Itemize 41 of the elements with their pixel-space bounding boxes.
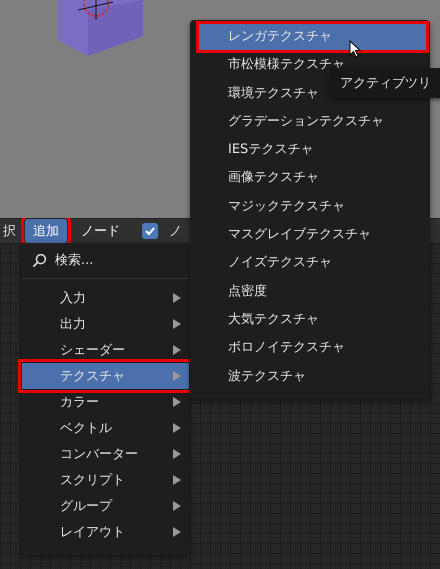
menu-item[interactable]: マスグレイブテクスチャ [190,221,430,250]
submenu-arrow-icon [173,293,181,303]
menu-item[interactable]: ノイズテクスチャ [190,249,430,278]
tooltip: アクティブツリ [330,68,440,98]
menu-item[interactable]: 点密度 [190,278,430,306]
menu-item[interactable]: グループ [22,493,189,519]
menu-item[interactable]: 大気テクスチャ [190,306,430,334]
menu-item[interactable]: レンガテクスチャ [198,23,427,52]
menu-item[interactable]: シェーダー [22,337,189,363]
submenu-arrow-icon [173,319,181,329]
checkbox[interactable] [142,223,158,239]
menu-item[interactable]: グラデーションテクスチャ [190,108,430,136]
submenu-arrow-icon [173,475,181,485]
submenu-arrow-icon [173,423,181,433]
checkmark-icon [144,225,156,237]
menu-item[interactable]: カラー [22,389,189,415]
checkbox-label: ノ [168,223,183,240]
menu-item[interactable]: ベクトル [22,415,189,441]
menu-item[interactable]: ボロノイテクスチャ [190,334,430,363]
menu-item[interactable]: 画像テクスチャ [190,164,430,193]
search-item[interactable]: 検索... [22,247,189,273]
menu-item[interactable]: 出力 [22,311,189,337]
menu-button[interactable]: 追加 [25,219,67,243]
mouse-cursor-icon [349,40,361,58]
submenu-arrow-icon [173,345,181,355]
menu-button[interactable]: ノード [73,219,128,243]
menu-item[interactable]: IESテクスチャ [190,136,430,164]
menu-item[interactable]: 波テクスチャ [190,362,430,391]
submenu-arrow-icon [173,527,181,537]
submenu-arrow-icon [173,449,181,459]
submenu-arrow-icon [173,371,181,381]
menu-item[interactable]: マジックテクスチャ [190,192,430,222]
submenu-arrow-icon [173,397,181,407]
menu-item[interactable]: スクリプト [22,467,189,493]
menu-item[interactable]: レイアウト [22,519,189,545]
menu-item[interactable]: テクスチャ [22,363,189,389]
search-icon [32,252,47,268]
submenu-arrow-icon [173,501,181,511]
menu-item[interactable]: 入力 [22,285,189,311]
menu-item[interactable]: コンバーター [22,441,189,467]
menu-label[interactable]: 択 [0,222,19,240]
